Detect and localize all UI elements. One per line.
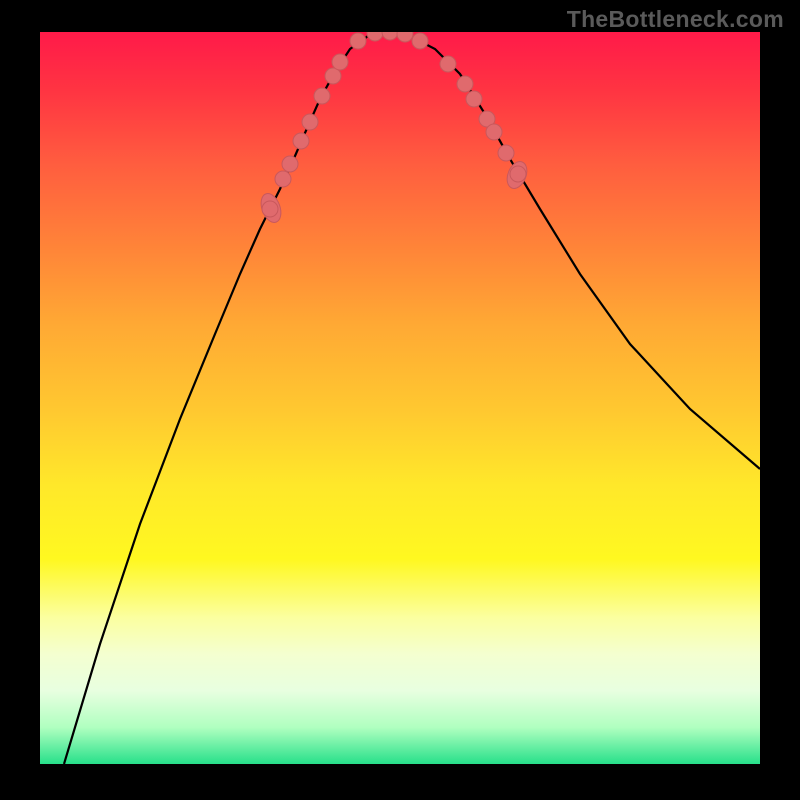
bottleneck-curve	[64, 32, 760, 764]
marker-dot	[397, 32, 413, 42]
marker-dot	[382, 32, 398, 40]
marker-dot	[332, 54, 348, 70]
marker-dot	[412, 33, 428, 49]
marker-dot	[282, 156, 298, 172]
marker-dot	[262, 201, 278, 217]
chart-svg	[40, 32, 760, 764]
marker-dot	[302, 114, 318, 130]
marker-dot	[466, 91, 482, 107]
marker-dot	[457, 76, 473, 92]
marker-dot	[498, 145, 514, 161]
chart-frame: TheBottleneck.com	[0, 0, 800, 800]
marker-dot	[486, 124, 502, 140]
marker-dot	[314, 88, 330, 104]
marker-dot	[325, 68, 341, 84]
watermark-text: TheBottleneck.com	[567, 6, 784, 33]
marker-blobs	[257, 159, 530, 226]
marker-dot	[510, 166, 526, 182]
marker-dot	[275, 171, 291, 187]
marker-dot	[367, 32, 383, 41]
marker-dot	[440, 56, 456, 72]
marker-dot	[293, 133, 309, 149]
marker-dots	[262, 32, 526, 217]
marker-dot	[350, 33, 366, 49]
plot-area	[40, 32, 760, 764]
